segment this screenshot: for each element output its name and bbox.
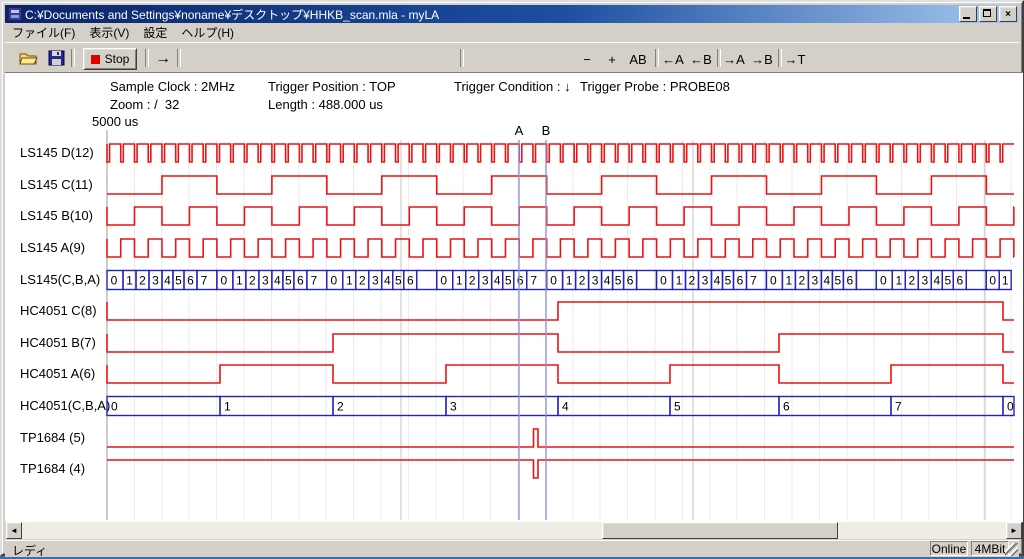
status-bar: レディ Online 4MBit bbox=[5, 540, 1019, 557]
app-window: C:¥Documents and Settings¥noname¥デスクトップ¥… bbox=[0, 0, 1024, 556]
zoom-in-button[interactable]: + bbox=[602, 48, 622, 70]
status-memory-badge: 4MBit bbox=[971, 541, 1009, 556]
menu-view[interactable]: 表示(V) bbox=[82, 22, 136, 43]
scrollbar-thumb[interactable] bbox=[602, 522, 838, 539]
menu-help[interactable]: ヘルプ(H) bbox=[174, 22, 241, 43]
status-ready-text: レディ bbox=[12, 542, 47, 559]
menu-bar: ファイル(F) 表示(V) 設定 ヘルプ(H) bbox=[5, 23, 1019, 42]
maximize-button[interactable] bbox=[979, 6, 997, 22]
zoom-out-button[interactable]: − bbox=[577, 48, 597, 70]
channel-label-9: TP1684 (5) bbox=[20, 430, 85, 445]
time-per-div-label: 5000 us bbox=[92, 114, 138, 129]
open-file-icon[interactable] bbox=[19, 50, 39, 66]
channel-label-4: LS145(C,B,A) bbox=[20, 272, 100, 287]
toolbar: Stop → 100MHz ▼ TOP ▼ ↑ ▼ PROBE00 ▼ − + … bbox=[5, 42, 1019, 73]
toolbar-separator bbox=[145, 49, 149, 67]
title-bar[interactable]: C:¥Documents and Settings¥noname¥デスクトップ¥… bbox=[5, 5, 1019, 23]
goto-trigger-button[interactable]: →T bbox=[782, 48, 808, 70]
goto-b-left-button[interactable]: ←B bbox=[688, 48, 714, 70]
menu-file[interactable]: ファイル(F) bbox=[5, 22, 82, 43]
channel-label-7: HC4051 A(6) bbox=[20, 366, 95, 381]
close-icon: × bbox=[1005, 9, 1011, 20]
channel-label-6: HC4051 B(7) bbox=[20, 335, 96, 350]
trigger-condition-info: Trigger Condition : ↓ bbox=[454, 79, 571, 94]
toolbar-separator bbox=[655, 49, 659, 67]
channel-label-10: TP1684 (4) bbox=[20, 461, 85, 476]
horizontal-scrollbar[interactable]: ◄ ► bbox=[6, 522, 1022, 539]
stop-label: Stop bbox=[105, 52, 130, 66]
status-online-badge: Online bbox=[930, 541, 968, 556]
resize-grip-icon[interactable] bbox=[1005, 543, 1018, 556]
ab-button[interactable]: AB bbox=[625, 48, 651, 70]
window-title: C:¥Documents and Settings¥noname¥デスクトップ¥… bbox=[25, 6, 959, 23]
menu-settings[interactable]: 設定 bbox=[136, 22, 174, 43]
channel-label-3: LS145 A(9) bbox=[20, 240, 85, 255]
channel-label-2: LS145 B(10) bbox=[20, 208, 93, 223]
run-button[interactable]: → bbox=[151, 48, 175, 70]
goto-a-left-button[interactable]: ←A bbox=[660, 48, 686, 70]
app-icon bbox=[8, 7, 22, 21]
toolbar-separator bbox=[71, 49, 75, 67]
channel-label-0: LS145 D(12) bbox=[20, 145, 94, 160]
length-info: Length : 488.000 us bbox=[268, 97, 383, 112]
trigger-probe-info: Trigger Probe : PROBE08 bbox=[580, 79, 730, 94]
maximize-icon bbox=[983, 9, 991, 17]
sample-clock-info: Sample Clock : 2MHz bbox=[110, 79, 235, 94]
scroll-right-button[interactable]: ► bbox=[1006, 522, 1022, 539]
toolbar-separator bbox=[177, 49, 181, 67]
scroll-left-button[interactable]: ◄ bbox=[6, 522, 22, 539]
goto-a-right-button[interactable]: →A bbox=[721, 48, 747, 70]
save-icon[interactable] bbox=[47, 50, 67, 66]
channel-label-1: LS145 C(11) bbox=[20, 177, 93, 192]
minimize-icon bbox=[963, 17, 970, 19]
channel-label-8: HC4051(C,B,A) bbox=[20, 398, 110, 413]
waveform-panel bbox=[5, 72, 1023, 522]
stop-button[interactable]: Stop bbox=[83, 48, 137, 70]
channel-label-5: HC4051 C(8) bbox=[20, 303, 97, 318]
toolbar-separator bbox=[460, 49, 464, 67]
stop-icon bbox=[91, 55, 100, 64]
close-button[interactable]: × bbox=[999, 6, 1017, 22]
zoom-info: Zoom : / 32 bbox=[110, 97, 179, 112]
goto-b-right-button[interactable]: →B bbox=[749, 48, 775, 70]
trigger-position-info: Trigger Position : TOP bbox=[268, 79, 396, 94]
minimize-button[interactable] bbox=[959, 6, 977, 22]
